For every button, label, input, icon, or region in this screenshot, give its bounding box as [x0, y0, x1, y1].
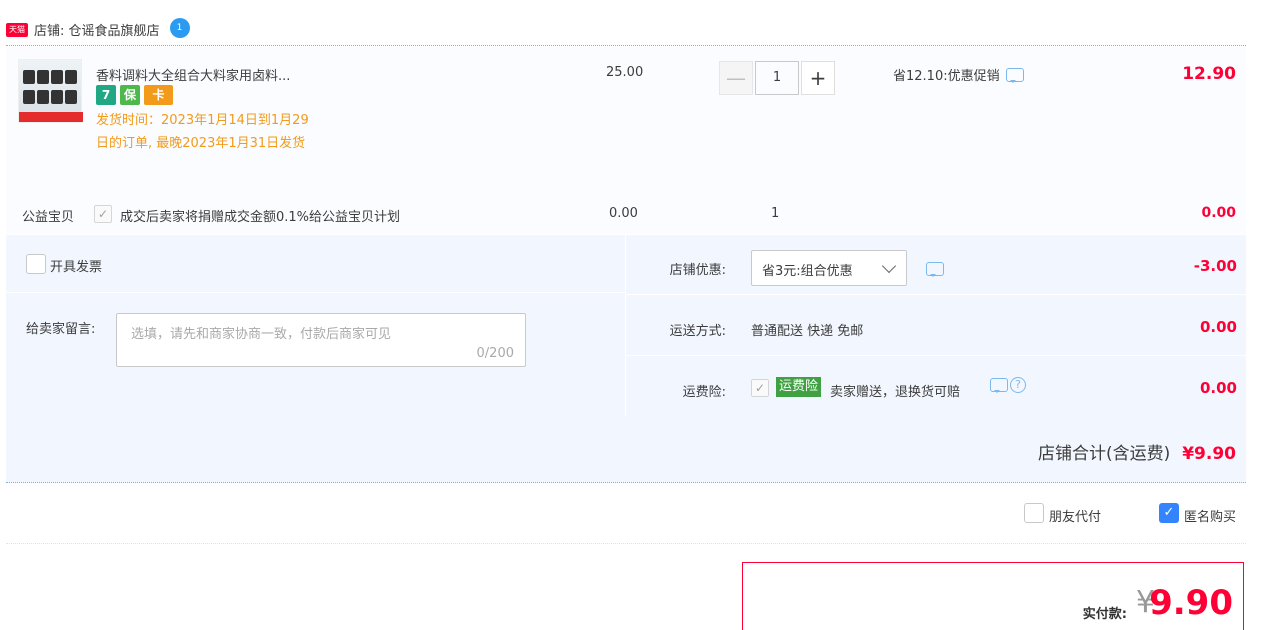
shop-discount-label: 店铺优惠:: [669, 263, 726, 278]
unit-price: 25.00: [606, 65, 644, 80]
quantity-stepper: — 1 +: [719, 61, 835, 95]
friend-pay-checkbox[interactable]: [1024, 503, 1044, 523]
payment-summary: 实付款: ¥ 9.90: [742, 562, 1244, 630]
shop-header: 天猫 店铺: 仓谣食品旗舰店 1: [6, 14, 1246, 46]
friend-pay-label[interactable]: 朋友代付: [1049, 506, 1101, 525]
shipping-label: 运送方式:: [669, 324, 726, 339]
charity-text: 成交后卖家将捐赠成交金额0.1%给公益宝贝计划: [120, 210, 401, 225]
insurance-label: 运费险:: [682, 385, 726, 400]
order-options-panel: 开具发票 给卖家留言: 选填，请先和商家协商一致，付款后商家可见 0/200 店…: [6, 235, 1247, 483]
charity-total: 0.00: [1201, 205, 1236, 221]
shop-discount-selected: 省3元:组合优惠: [762, 264, 853, 279]
left-options: 开具发票 给卖家留言: 选填，请先和商家协商一致，付款后商家可见 0/200: [6, 235, 625, 417]
seven-day-return-icon[interactable]: 7: [96, 85, 116, 105]
invoice-row: 开具发票: [6, 235, 625, 293]
shipping-method: 普通配送 快递 免邮: [751, 324, 864, 339]
memo-textarea[interactable]: 选填，请先和商家协商一致，付款后商家可见 0/200: [116, 313, 526, 367]
shop-discount-select[interactable]: 省3元:组合优惠: [751, 250, 907, 286]
right-options: 店铺优惠: 省3元:组合优惠 -3.00 运送方式: 普通配送 快递 免邮 0.…: [625, 235, 1247, 417]
tmall-logo-icon: 天猫: [6, 22, 28, 37]
shipping-note: 发货时间：2023年1月14日到1月29日的订单, 最晚2023年1月31日发货: [96, 113, 309, 151]
insurance-icons: ?: [990, 377, 1026, 393]
payment-label: 实付款:: [1082, 607, 1127, 622]
charity-row: 公益宝贝 ✓ 成交后卖家将捐赠成交金额0.1%给公益宝贝计划 0.00 1 0.…: [6, 204, 1246, 226]
insurance-check-icon: ✓: [751, 379, 769, 397]
wangwang-icon[interactable]: 1: [169, 17, 190, 38]
shop-discount-value: -3.00: [1193, 257, 1237, 275]
insurance-text: 卖家赠送，退换货可赔: [830, 385, 961, 400]
service-badges: 7 保 卡: [96, 85, 173, 105]
subtotal-value: ¥9.90: [1182, 444, 1236, 464]
order-item: 香料调料大全组合大料家用卤料... 7 保 卡 发货时间：2023年1月14日到…: [6, 47, 1246, 234]
shop-discount-row: 店铺优惠: 省3元:组合优惠 -3.00: [626, 235, 1247, 295]
shop-name[interactable]: 店铺: 仓谣食品旗舰店: [34, 20, 160, 39]
anonymous-label[interactable]: 匿名购买: [1184, 506, 1236, 525]
product-thumbnail[interactable]: [18, 59, 83, 123]
memo-placeholder: 选填，请先和商家协商一致，付款后商家可见: [131, 327, 392, 342]
quantity-input[interactable]: 1: [755, 61, 799, 95]
invoice-checkbox[interactable]: [26, 254, 46, 274]
insurance-row: 运费险: ✓ 运费险 卖家赠送，退换货可赔 ? 0.00: [626, 357, 1247, 417]
memo-char-count: 0/200: [476, 346, 514, 361]
guarantee-icon[interactable]: 保: [120, 85, 140, 105]
promotion: 省12.10:优惠促销: [893, 65, 1024, 84]
charity-label: 公益宝贝: [22, 210, 75, 225]
subtotal-label: 店铺合计(含运费): [1037, 444, 1171, 464]
chevron-down-icon: [881, 258, 897, 274]
memo-label: 给卖家留言:: [26, 322, 96, 337]
invoice-label[interactable]: 开具发票: [50, 256, 102, 275]
shipping-amount: 0.00: [1199, 318, 1237, 336]
payment-amount: 9.90: [1149, 583, 1233, 623]
increase-button[interactable]: +: [801, 61, 835, 95]
anonymous-checkbox[interactable]: ✓: [1159, 503, 1179, 523]
charity-price: 0.00: [609, 206, 638, 221]
payment-options: 朋友代付 ✓ 匿名购买: [6, 484, 1246, 544]
charity-check-icon: ✓: [94, 205, 112, 223]
item-total: 12.90: [1182, 64, 1236, 84]
charity-quantity: 1: [771, 206, 780, 221]
shipping-row: 运送方式: 普通配送 快递 免邮 0.00: [626, 296, 1247, 356]
decrease-button[interactable]: —: [719, 61, 753, 95]
credit-card-icon[interactable]: 卡: [144, 85, 173, 105]
insurance-amount: 0.00: [1199, 379, 1237, 397]
chat-icon[interactable]: [1005, 67, 1024, 83]
help-icon[interactable]: ?: [1010, 377, 1026, 393]
insurance-tag: 运费险: [776, 377, 822, 397]
chat-icon[interactable]: [926, 262, 944, 277]
chat-icon[interactable]: [990, 378, 1008, 393]
promotion-text: 省12.10:优惠促销: [893, 69, 1000, 84]
product-title[interactable]: 香料调料大全组合大料家用卤料...: [96, 65, 290, 84]
shop-subtotal: 店铺合计(含运费) ¥9.90: [1038, 439, 1236, 464]
